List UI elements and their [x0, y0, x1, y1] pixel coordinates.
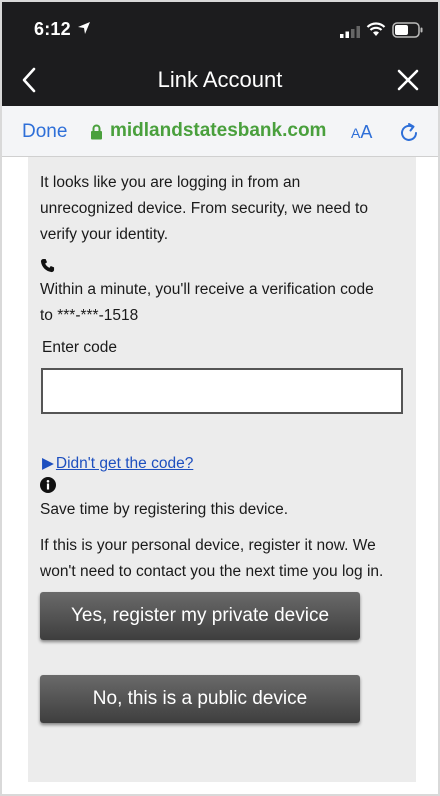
url-text[interactable]: midlandstatesbank.com [110, 120, 326, 142]
public-device-button[interactable]: No, this is a public device [40, 675, 360, 723]
personal-device-text: If this is your personal device, registe… [40, 533, 410, 585]
info-icon [40, 477, 56, 493]
code-msg-line-1: Within a minute, you'll receive a verifi… [40, 281, 374, 298]
browser-url-bar: Done midlandstatesbank.com AA [2, 106, 438, 157]
reload-icon[interactable] [398, 122, 420, 144]
code-msg-line-2: to ***-***-1518 [40, 307, 139, 324]
phone-screen: 6:12 Link Account Done midlandstatesbank… [0, 0, 440, 796]
intro-text: It looks like you are logging in from an… [40, 170, 410, 248]
personal-line-2: won't need to contact you the next time … [40, 563, 384, 580]
phone-icon [40, 258, 55, 273]
status-bar: 6:12 [2, 2, 438, 54]
intro-line-1: It looks like you are logging in from an [40, 174, 301, 191]
expand-triangle-icon: ▶ [42, 455, 54, 472]
wifi-icon [366, 22, 386, 36]
didnt-get-code-label: Didn't get the code? [55, 455, 194, 472]
cellular-signal-icon [340, 26, 360, 38]
enter-code-label: Enter code [42, 339, 117, 356]
done-button[interactable]: Done [22, 121, 67, 143]
nav-bar: Link Account [2, 54, 438, 106]
nav-title: Link Account [157, 67, 283, 92]
register-private-device-button[interactable]: Yes, register my private device [40, 592, 360, 640]
personal-line-1: If this is your personal device, registe… [40, 537, 376, 554]
lock-icon [91, 124, 102, 140]
status-time: 6:12 [34, 19, 71, 39]
text-size-button[interactable]: AA [351, 122, 372, 143]
intro-line-2: unrecognized device. From security, we n… [40, 200, 368, 217]
didnt-get-code-link[interactable]: ▶ Didn't get the code? [42, 454, 193, 473]
code-input[interactable] [41, 368, 403, 414]
text-size-big-a: A [360, 122, 373, 142]
text-size-small-a: A [351, 125, 361, 141]
intro-line-3: verify your identity. [40, 226, 169, 243]
save-time-text: Save time by registering this device. [40, 501, 289, 518]
battery-icon [392, 22, 423, 38]
close-icon[interactable] [396, 68, 420, 92]
location-arrow-icon [78, 22, 90, 34]
code-sent-message: Within a minute, you'll receive a verifi… [40, 277, 410, 329]
